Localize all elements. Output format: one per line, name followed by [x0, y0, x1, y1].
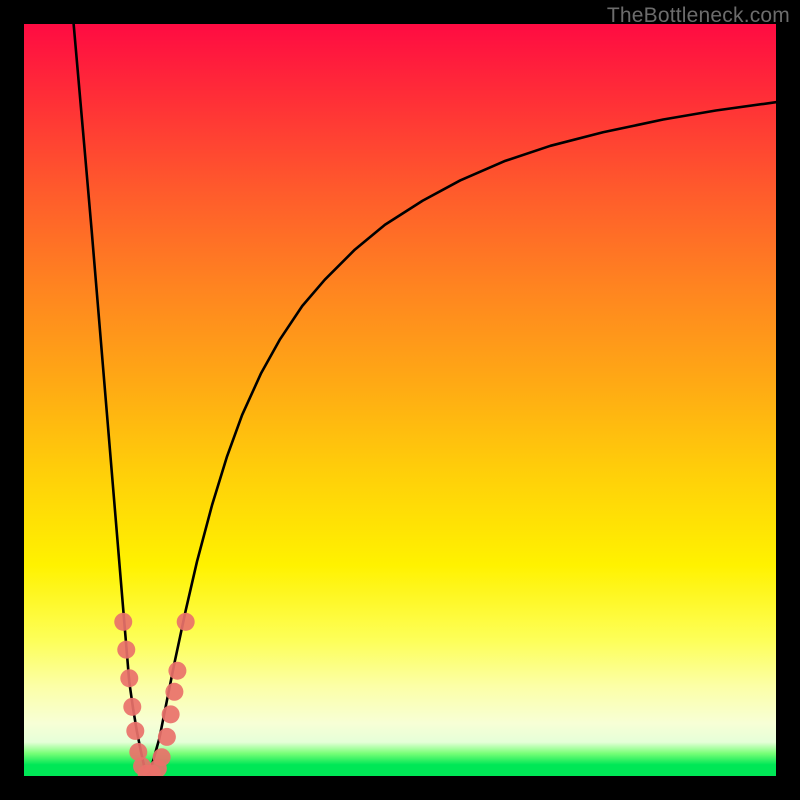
- marker-point: [162, 705, 180, 723]
- chart-frame: TheBottleneck.com: [0, 0, 800, 800]
- marker-point: [153, 748, 171, 766]
- marker-point: [114, 613, 132, 631]
- marker-point: [123, 698, 141, 716]
- marker-point: [165, 683, 183, 701]
- watermark-text: TheBottleneck.com: [607, 4, 790, 28]
- marker-point: [126, 722, 144, 740]
- marker-point: [168, 662, 186, 680]
- curve-right-branch: [149, 102, 776, 776]
- chart-svg-layer: [24, 24, 776, 776]
- plot-area: [24, 24, 776, 776]
- marker-point: [177, 613, 195, 631]
- marker-point: [120, 669, 138, 687]
- curve-left-branch: [74, 24, 149, 776]
- marker-point: [158, 728, 176, 746]
- marker-point: [117, 641, 135, 659]
